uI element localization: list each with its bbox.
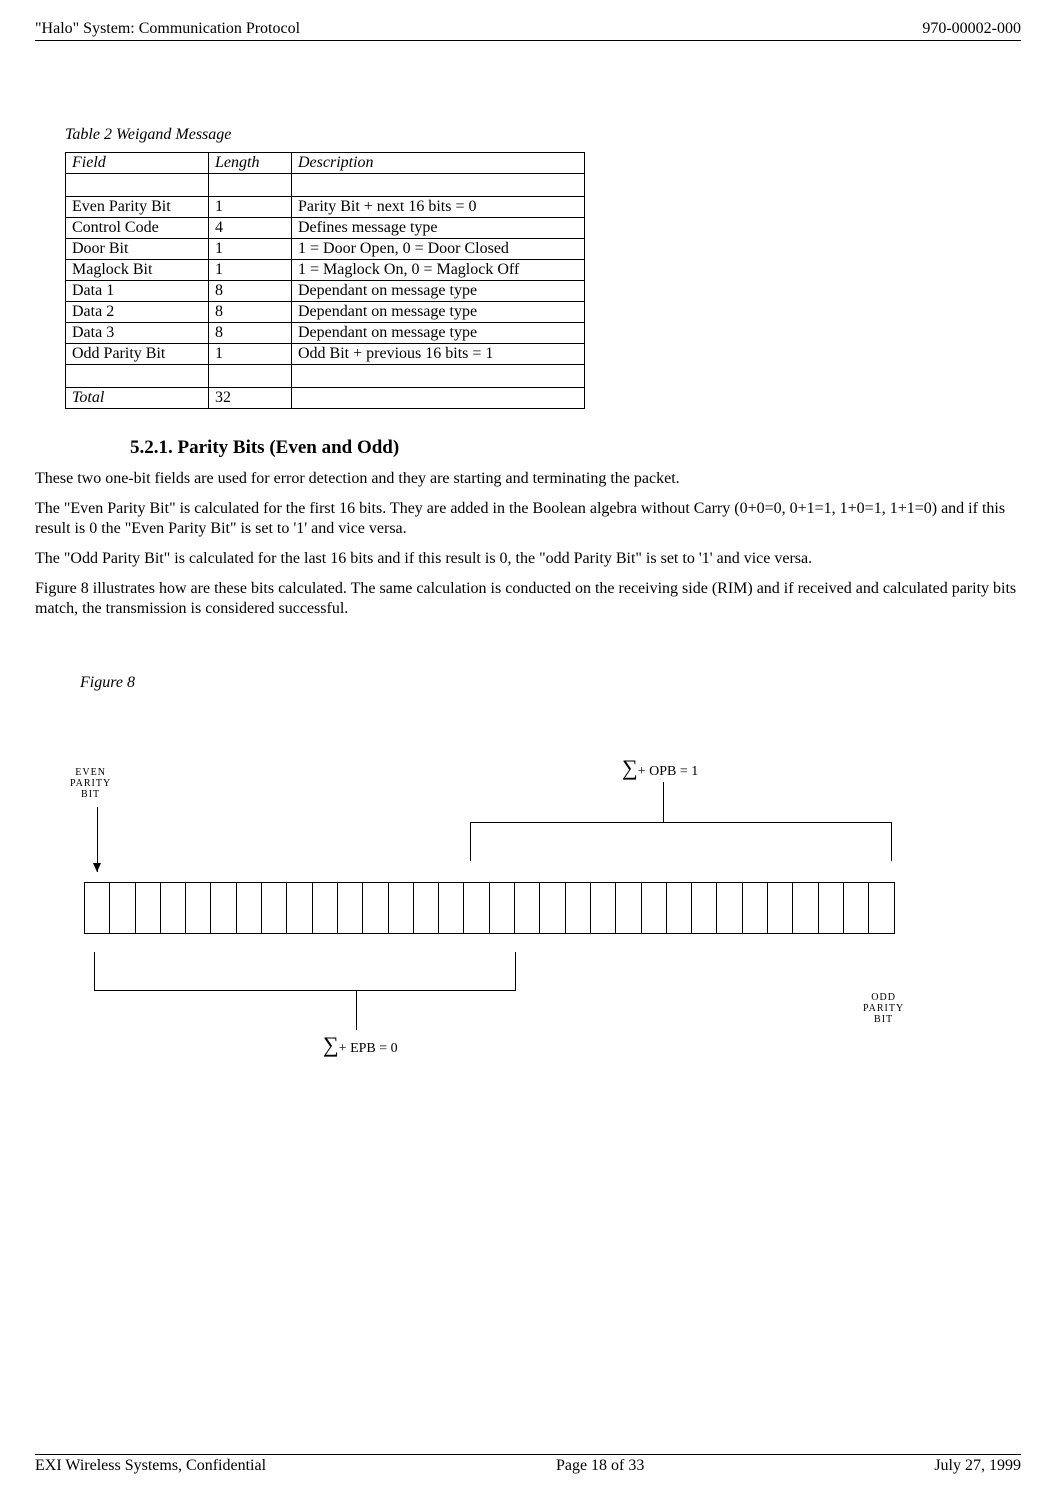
table-header-row: Field Length Description [66, 153, 585, 174]
col-length: Length [209, 153, 292, 174]
sum-even-formula: ∑+ EPB = 0 [323, 1032, 398, 1058]
bit-cell [210, 882, 236, 934]
header-doc-number: 970-00002-000 [922, 20, 1021, 38]
arrow-down-icon [97, 807, 98, 872]
table-total-row: Total 32 [66, 388, 585, 409]
section-heading: 5.2.1. Parity Bits (Even and Odd) [130, 437, 1021, 459]
paragraph: The "Even Parity Bit" is calculated for … [35, 499, 1021, 539]
bit-cell [641, 882, 667, 934]
bit-cell [109, 882, 135, 934]
paragraph: These two one-bit fields are used for er… [35, 469, 1021, 489]
bit-cell [818, 882, 844, 934]
bit-cell [286, 882, 312, 934]
figure-8-diagram: EVEN PARITY BIT ∑+ OPB = 1 ∑+ EPB = 0 OD… [35, 717, 1021, 1077]
table-row: Data 18Dependant on message type [66, 281, 585, 302]
bit-cell [590, 882, 616, 934]
bit-cell [438, 882, 464, 934]
bit-cell [236, 882, 262, 934]
table-row: Even Parity Bit1Parity Bit + next 16 bit… [66, 197, 585, 218]
table-row: Control Code4Defines message type [66, 218, 585, 239]
weigand-message-table: Field Length Description Even Parity Bit… [65, 152, 585, 409]
figure-caption: Figure 8 [80, 674, 1021, 692]
sum-odd-formula: ∑+ OPB = 1 [622, 755, 698, 781]
col-field: Field [66, 153, 209, 174]
paragraph: The "Odd Parity Bit" is calculated for t… [35, 549, 1021, 569]
col-description: Description [292, 153, 585, 174]
bit-row [85, 882, 895, 934]
bit-cell [691, 882, 717, 934]
odd-parity-label: ODD PARITY BIT [863, 992, 904, 1025]
bit-cell [843, 882, 869, 934]
table-row [66, 174, 585, 197]
even-parity-label: EVEN PARITY BIT [70, 767, 111, 800]
table-row: Data 38Dependant on message type [66, 323, 585, 344]
bit-cell [413, 882, 439, 934]
table-row: Data 28Dependant on message type [66, 302, 585, 323]
header-title: "Halo" System: Communication Protocol [35, 20, 300, 38]
paragraph: Figure 8 illustrates how are these bits … [35, 579, 1021, 619]
table-row: Maglock Bit11 = Maglock On, 0 = Maglock … [66, 260, 585, 281]
bit-cell [716, 882, 742, 934]
bit-cell [362, 882, 388, 934]
footer-right: July 27, 1999 [934, 1457, 1021, 1475]
bit-cell [767, 882, 793, 934]
table-row [66, 365, 585, 388]
bit-cell [388, 882, 414, 934]
bit-cell [160, 882, 186, 934]
bit-cell [185, 882, 211, 934]
bit-cell [792, 882, 818, 934]
odd-parity-bracket [470, 822, 892, 861]
table-row: Door Bit11 = Door Open, 0 = Door Closed [66, 239, 585, 260]
footer-center: Page 18 of 33 [556, 1457, 644, 1475]
bit-cell [489, 882, 515, 934]
bit-cell [84, 882, 110, 934]
bit-cell [666, 882, 692, 934]
table-row: Odd Parity Bit1Odd Bit + previous 16 bit… [66, 344, 585, 365]
footer-left: EXI Wireless Systems, Confidential [35, 1457, 266, 1475]
bit-cell [337, 882, 363, 934]
bit-cell [539, 882, 565, 934]
even-parity-bracket [94, 952, 516, 991]
bit-cell [135, 882, 161, 934]
page-header: "Halo" System: Communication Protocol 97… [35, 20, 1021, 41]
bit-cell [615, 882, 641, 934]
bit-cell [514, 882, 540, 934]
table-caption: Table 2 Weigand Message [65, 126, 1021, 144]
bit-cell [868, 882, 894, 934]
page-footer: EXI Wireless Systems, Confidential Page … [35, 1454, 1021, 1475]
bit-cell [463, 882, 489, 934]
bit-cell [742, 882, 768, 934]
bit-cell [565, 882, 591, 934]
bit-cell [261, 882, 287, 934]
bit-cell [312, 882, 338, 934]
